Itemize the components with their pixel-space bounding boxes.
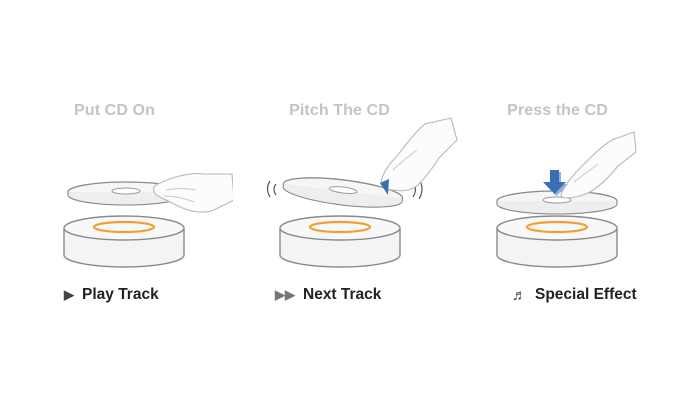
- hand-icon: [152, 173, 233, 213]
- caption-text: Next Track: [303, 286, 382, 303]
- play-icon: ▶: [64, 287, 74, 302]
- step-pitch-the-cd: Pitch The CD ▶▶ Next Track: [233, 0, 466, 400]
- music-note-icon: ♬: [512, 286, 527, 304]
- hand-icon: [560, 131, 637, 199]
- press-cd-illustration: [496, 131, 637, 268]
- step-caption: ♬ Special Effect: [512, 286, 637, 304]
- fast-forward-icon: ▶▶: [275, 287, 295, 302]
- caption-text: Play Track: [82, 286, 159, 303]
- caption-text: Special Effect: [535, 286, 637, 303]
- put-cd-illustration: [63, 173, 233, 268]
- step-put-cd-on: Put CD On ▶ Play Track: [0, 0, 233, 400]
- cd-player-base: [279, 215, 401, 268]
- pitch-cd-illustration: [266, 117, 458, 268]
- cd-player-base: [496, 215, 618, 268]
- step-caption: ▶▶ Next Track: [275, 286, 381, 304]
- step-press-the-cd: Press the CD ♬ Special Effect: [466, 0, 699, 400]
- hand-icon: [380, 117, 458, 192]
- cd-player-base: [63, 215, 185, 268]
- step-caption: ▶ Play Track: [64, 286, 159, 304]
